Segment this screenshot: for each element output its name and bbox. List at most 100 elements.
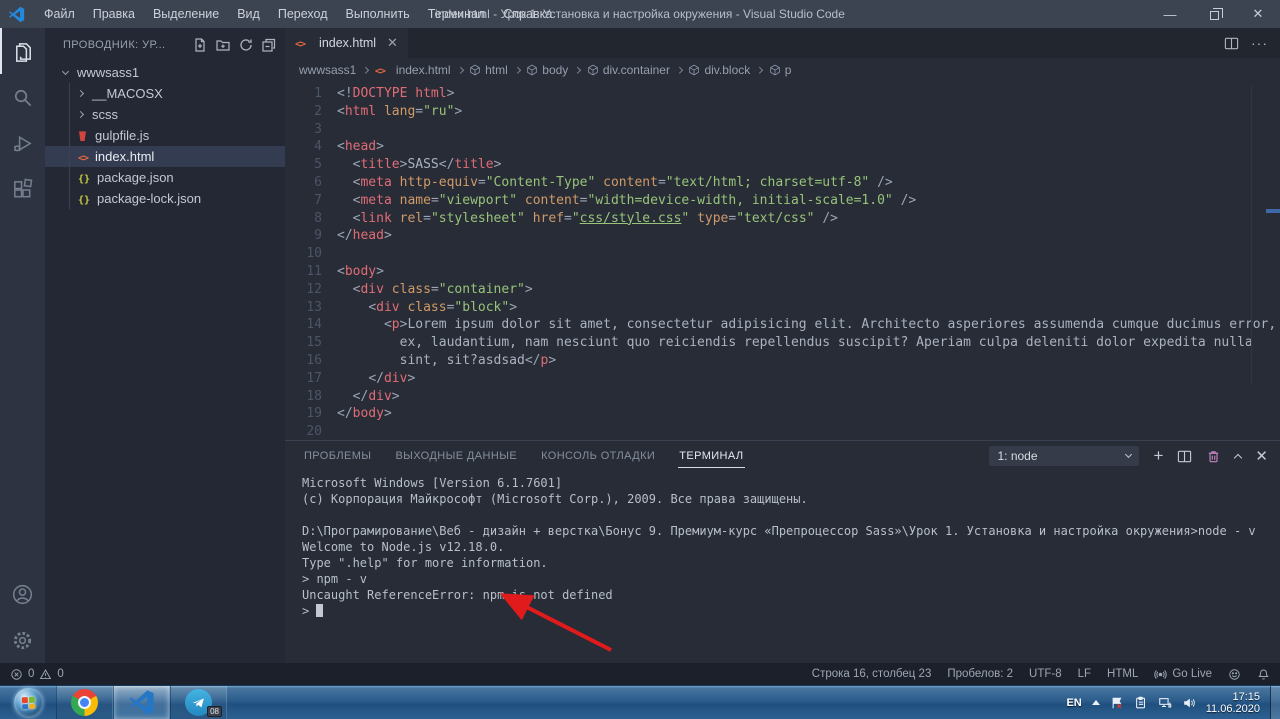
settings-gear-icon[interactable]	[0, 617, 45, 663]
go-live-label: Go Live	[1172, 668, 1212, 680]
symbol-cube-icon	[689, 64, 700, 76]
tree-item[interactable]: index.html	[45, 146, 285, 167]
language-mode[interactable]: HTML	[1107, 668, 1138, 680]
tree-root-folder[interactable]: wwwsass1	[45, 62, 285, 83]
network-icon[interactable]	[1158, 696, 1172, 710]
new-terminal-icon[interactable]: +	[1153, 446, 1163, 466]
start-button[interactable]	[0, 686, 56, 719]
new-folder-icon[interactable]	[215, 37, 231, 53]
show-desktop-button[interactable]	[1270, 686, 1280, 719]
encoding[interactable]: UTF-8	[1029, 668, 1062, 680]
code-text: sint, sit?asdsad</p>	[337, 352, 557, 368]
breadcrumb-separator-icon	[513, 66, 521, 74]
code-text: <div class="block">	[368, 299, 518, 315]
line-number: 11	[306, 263, 322, 279]
panel-tab-item[interactable]: КОНСОЛЬ ОТЛАДКИ	[540, 444, 656, 468]
panel-tab-item[interactable]: ВЫХОДНЫЕ ДАННЫЕ	[394, 444, 518, 468]
breadcrumb-separator-icon	[574, 66, 581, 74]
breadcrumb-item[interactable]: div.block	[688, 63, 750, 77]
terminal-output[interactable]: Microsoft Windows [Version 6.1.7601] (c) …	[285, 471, 1280, 663]
code-line: 20	[285, 423, 1280, 440]
code-text: </head>	[337, 228, 392, 244]
extensions-icon[interactable]	[0, 166, 45, 212]
code-line: 9 </head>	[285, 227, 1280, 245]
refresh-icon[interactable]	[238, 37, 254, 53]
terminal-line: Microsoft Windows [Version 6.1.7601]	[302, 476, 563, 490]
tree-item[interactable]: __MACOSX	[45, 83, 285, 104]
minimize-button[interactable]: —	[1148, 0, 1192, 28]
language-indicator[interactable]: EN	[1066, 697, 1081, 709]
panel-tab-item[interactable]: ПРОБЛЕМЫ	[303, 444, 372, 468]
overview-ruler-marker[interactable]	[1266, 209, 1280, 213]
tree-item[interactable]: scss	[45, 104, 285, 125]
go-live-button[interactable]: Go Live	[1154, 668, 1212, 681]
code-line: 13 <div class="block">	[285, 299, 1280, 317]
menu-item[interactable]: Файл	[35, 0, 84, 28]
breadcrumb-item[interactable]: wwwsass1	[299, 63, 356, 77]
show-hidden-icons-caret[interactable]	[1091, 700, 1100, 705]
panel-tab-active[interactable]: ТЕРМИНАЛ	[678, 444, 745, 468]
tree-item[interactable]: package.json	[45, 167, 285, 188]
search-icon[interactable]	[0, 74, 45, 120]
symbol-cube-icon	[588, 64, 598, 76]
breadcrumb-item[interactable]: index.html	[375, 63, 451, 77]
system-tray: EN 17:15 11.06.2020	[1066, 686, 1270, 719]
breadcrumb-item[interactable]: body	[526, 63, 568, 77]
cursor-position[interactable]: Строка 16, столбец 23	[812, 668, 932, 680]
breadcrumb-item[interactable]: div.container	[587, 63, 670, 77]
code-text: <p>Lorem ipsum dolor sit amet, consectet…	[383, 317, 1277, 333]
terminal-line: >	[302, 603, 1280, 619]
menu-item[interactable]: Переход	[269, 0, 337, 28]
terminal-selector-label: 1: node	[997, 449, 1038, 463]
terminal-line: Uncaught ReferenceError: npm is not defi…	[302, 588, 613, 602]
notifications-bell-icon[interactable]	[1257, 668, 1270, 681]
run-debug-icon[interactable]	[0, 120, 45, 166]
html-file-icon	[375, 63, 385, 77]
tree-item[interactable]: package-lock.json	[45, 188, 285, 209]
kill-terminal-trash-icon[interactable]	[1206, 449, 1221, 464]
breadcrumb-item[interactable]: p	[769, 63, 791, 77]
clock-time: 17:15	[1232, 690, 1260, 703]
tree-item[interactable]: gulpfile.js	[45, 125, 285, 146]
taskbar-telegram-button[interactable]: 08	[170, 686, 227, 719]
split-terminal-icon[interactable]	[1177, 449, 1192, 464]
collapse-all-icon[interactable]	[261, 37, 277, 53]
explorer-icon[interactable]	[0, 28, 45, 74]
indentation[interactable]: Пробелов: 2	[947, 668, 1013, 680]
taskbar-vscode-button[interactable]	[113, 686, 170, 719]
new-file-icon[interactable]	[192, 37, 208, 53]
code-text: </div>	[352, 388, 400, 404]
taskbar-chrome-button[interactable]	[56, 686, 113, 719]
breadcrumb-separator-icon	[676, 66, 683, 74]
account-icon[interactable]	[0, 571, 45, 617]
action-center-flag-icon[interactable]	[1110, 696, 1124, 710]
code-text: <link rel="stylesheet" href="css/style.c…	[352, 210, 838, 226]
taskbar-clock[interactable]: 17:15 11.06.2020	[1206, 691, 1266, 715]
code-editor[interactable]: 1 <!DOCTYPE html> 2 <html lang="ru"> 3 4 <head…	[285, 82, 1280, 440]
vscode-window: Файл Правка Выделение Вид Переход Выполнить Те…	[0, 0, 1280, 719]
menu-item[interactable]: Правка	[84, 0, 144, 28]
eol-sequence[interactable]: LF	[1078, 668, 1091, 680]
menu-item[interactable]: Выполнить	[337, 0, 419, 28]
menu-item[interactable]: Выделение	[144, 0, 228, 28]
close-panel-icon[interactable]: ✕	[1255, 447, 1268, 465]
tab-index-html[interactable]: index.html ✕	[285, 28, 408, 58]
more-actions-icon[interactable]: ···	[1251, 35, 1268, 51]
close-button[interactable]: ✕	[1236, 0, 1280, 28]
tray-app-icon[interactable]	[1134, 696, 1148, 710]
volume-icon[interactable]	[1182, 696, 1196, 710]
feedback-smiley-icon[interactable]	[1228, 668, 1241, 681]
scrollbar-track-divider	[1251, 86, 1252, 384]
warnings-icon[interactable]	[39, 668, 52, 681]
tab-close-icon[interactable]: ✕	[387, 35, 398, 51]
split-editor-icon[interactable]	[1224, 36, 1239, 51]
terminal-line: D:\Програмирование\Веб - дизайн + верстк…	[302, 524, 1256, 538]
terminal-selector-dropdown[interactable]: 1: node	[989, 446, 1140, 466]
menu-item[interactable]: Вид	[228, 0, 269, 28]
errors-icon[interactable]	[10, 668, 23, 681]
maximize-panel-icon[interactable]	[1234, 453, 1243, 463]
breadcrumb: wwwsass1 index.html html body div.container d…	[285, 58, 1280, 82]
restore-button[interactable]	[1192, 0, 1236, 28]
breadcrumb-item[interactable]: html	[469, 63, 508, 77]
json-file-icon	[78, 191, 90, 206]
